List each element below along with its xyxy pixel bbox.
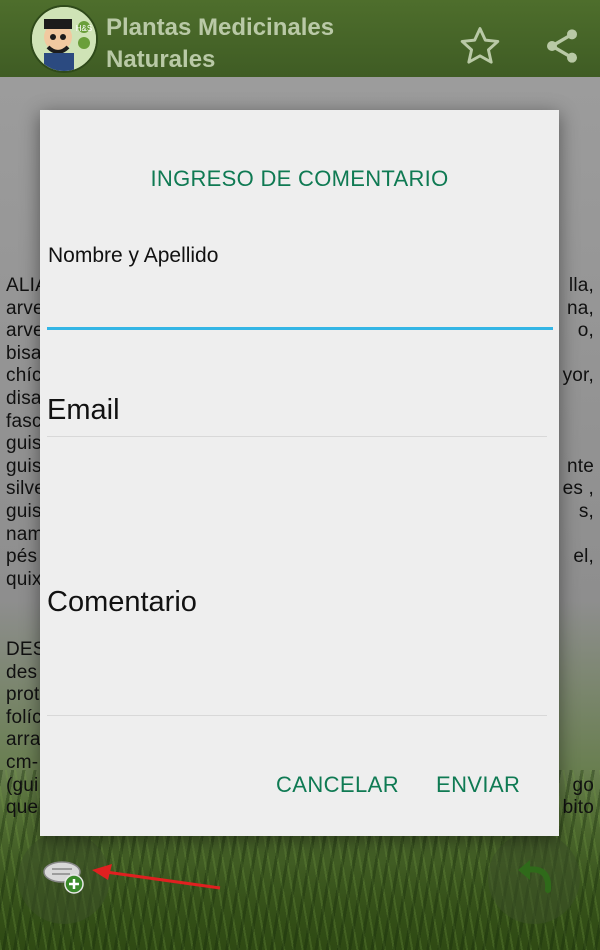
background-text-right: bito [562, 797, 594, 819]
app-title-line2: Naturales [106, 46, 216, 73]
background-text-left: disa [6, 387, 42, 409]
back-button[interactable] [488, 832, 580, 924]
background-text-right: es , [562, 478, 594, 500]
background-text-left: (gui [6, 774, 39, 796]
background-text-left: quix [6, 568, 42, 590]
comment-input[interactable] [47, 578, 547, 716]
back-arrow-icon [518, 860, 552, 893]
background-text-left: des [6, 661, 38, 683]
background-text-left: folíc [6, 706, 42, 728]
favorite-star-icon[interactable] [458, 24, 502, 68]
name-label: Nombre y Apellido [48, 244, 219, 267]
background-text-left: cm- [6, 751, 39, 773]
background-text-left: guis [6, 455, 42, 477]
annotation-arrow [92, 864, 221, 890]
background-text-left: guis [6, 500, 42, 522]
background-text-left: prot [6, 684, 40, 706]
background-text-left: que [6, 797, 39, 819]
background-text-right: lla, [568, 275, 594, 296]
herbalist-avatar-icon: H&S [30, 5, 98, 73]
comment-dialog: INGRESO DE COMENTARIO Nombre y Apellido … [40, 110, 559, 836]
background-text-right: el, [573, 546, 594, 568]
dialog-title: INGRESO DE COMENTARIO [150, 166, 449, 191]
background-text-left: bisa [6, 342, 42, 364]
app-title-line1: Plantas Medicinales [106, 14, 335, 41]
background-text-left: chíc [6, 365, 42, 387]
background-text-left: arve [6, 320, 44, 342]
app-bar: H&S Plantas Medicinales Naturales [0, 0, 600, 77]
background-text-left: arra [6, 729, 41, 751]
background-text-right: s, [578, 500, 594, 522]
background-text-left: arve [6, 297, 44, 319]
background-text-left: guis [6, 433, 42, 455]
background-text-left: pés [6, 546, 38, 568]
background-text-right: nte [566, 455, 594, 477]
background-text-right: o, [577, 320, 594, 342]
share-icon[interactable] [542, 26, 582, 66]
background-text-right: yor, [562, 365, 594, 387]
cancel-button[interactable]: CANCELAR [272, 766, 403, 804]
email-input[interactable] [47, 385, 547, 437]
background-text-right: go [572, 774, 594, 796]
avatar-badge: H&S [76, 24, 92, 33]
background-text-right: na, [566, 297, 594, 319]
app-title: Plantas Medicinales Naturales [106, 12, 436, 76]
background-text-left: fasc [6, 410, 42, 432]
name-input[interactable] [47, 270, 553, 330]
send-button[interactable]: ENVIAR [432, 766, 524, 804]
background-text-left: nam [6, 523, 44, 545]
